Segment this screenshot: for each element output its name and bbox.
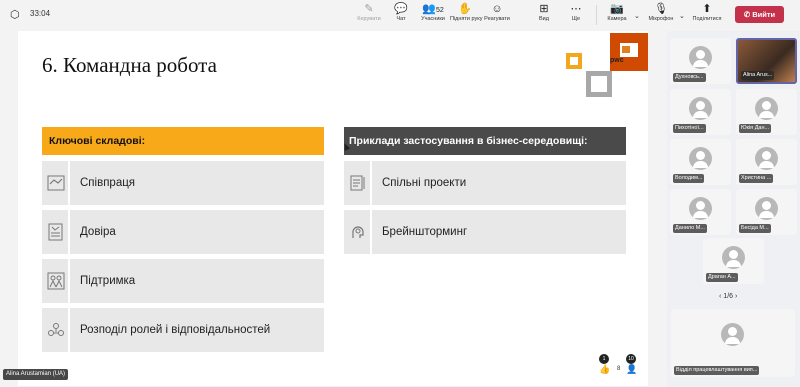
participant-tile[interactable]: Бесіда М... [736,189,797,235]
list-item: Співпраця [42,161,324,205]
list-item: Розподіл ролей і відповідальностей [42,308,324,352]
participant-tile[interactable]: Відділ працевлаштування вип... [671,309,795,377]
toolbar-chat-button[interactable]: 💬 Чат [386,2,416,22]
team-roles-icon [42,308,70,352]
trust-document-icon [42,210,70,254]
meeting-timer: 33:04 [30,9,51,18]
toolbar-react-button[interactable]: ☺ Реагувати [482,2,512,22]
participants-count: 52 [435,7,444,14]
phone-hangup-icon: ✆ [743,10,751,19]
chevron-right-icon[interactable]: › [735,293,737,300]
list-item: Брейншторминг [344,210,626,254]
pwc-logo: pwc [566,33,648,97]
avatar [755,147,778,170]
camera-options-chevron-icon[interactable]: ⌄ [634,12,640,20]
toolbar-view-button[interactable]: ⊞ Вид [529,2,559,22]
brain-icon [344,210,372,254]
support-people-icon [42,259,70,303]
shield-icon: ⬡ [10,9,20,21]
toolbar-divider [596,5,597,25]
avatar [689,147,712,170]
self-view-name: Alina Arustamian (UA) [3,369,69,380]
toolbar-share-button[interactable]: ⬆ Поділитися [692,2,722,22]
project-document-icon [344,161,372,205]
avatar [755,197,778,220]
avatar [722,246,745,269]
grid-icon: ⊞ [539,3,549,15]
mic-options-chevron-icon[interactable]: ⌄ [679,12,685,20]
chevron-left-icon[interactable]: ‹ [719,293,721,300]
participant-tile[interactable]: Христина ... [736,139,797,185]
participant-tile[interactable]: Володим... [670,139,731,185]
list-item: Підтримка [42,259,324,303]
list-item: Спільні проекти [344,161,626,205]
avatar [721,323,744,346]
participant-tile[interactable]: Юкія Дан... [736,89,797,135]
camera-off-icon: 📷 [610,3,624,15]
participants-count-badge: 10 [626,354,636,364]
pen-icon: ✎ [364,3,374,15]
toolbar-more-button[interactable]: ⋯ Ще [561,2,591,22]
handshake-icon [42,161,70,205]
more-icon: ⋯ [570,3,582,15]
toolbar-mic-button[interactable]: 🎙 Мікрофон [646,2,676,22]
participant-video-tile[interactable]: Alina Arus... [736,38,797,84]
avatar [689,46,712,69]
key-components-header: Ключові складові: [42,127,324,155]
chat-icon: 💬 [394,3,408,15]
reaction-count-label: 8 [617,366,621,372]
hand-icon: ✋ [458,3,472,15]
gallery-pager: ‹ 1/6 › [719,293,738,300]
mic-off-icon: 🎙 [654,3,668,15]
smile-icon: ☺ [491,3,503,15]
meeting-toolbar: ⬡ 33:04 ✎ Керувати 💬 Чат 👥52 Учасники ✋ … [0,0,800,31]
toolbar-control-button[interactable]: ✎ Керувати [354,2,384,22]
leave-button[interactable]: ✆ Вийти [735,6,784,23]
avatar [755,97,778,120]
toolbar-participants-button[interactable]: 👥52 Учасники [418,2,448,22]
toolbar-raise-hand-button[interactable]: ✋ Підняти руку [450,2,482,22]
avatar [689,197,712,220]
reaction-count-badge: 1 [599,354,609,364]
participant-tile[interactable]: Драган А... [703,238,764,284]
participant-tile[interactable]: Данило М... [670,189,731,235]
slide-title: 6. Командна робота [42,53,217,77]
shared-slide: 6. Командна робота pwc Ключові складові:… [18,31,648,386]
toolbar-camera-button[interactable]: 📷 Камера [602,2,632,22]
participant-tile[interactable]: Духновсь... [670,38,731,84]
list-item: Довіра [42,210,324,254]
share-icon: ⬆ [702,3,712,15]
avatar [689,97,712,120]
participants-gallery: Духновсь... Alina Arus... Пихотіної... Ю… [667,31,800,387]
person-icon: 👤 [626,364,638,374]
business-examples-header: Приклади застосування в бізнес-середовищ… [344,127,626,155]
people-icon: 👥52 [422,3,444,15]
thumbs-up-icon: 👍 [599,364,611,374]
participant-tile[interactable]: Пихотіної... [670,89,731,135]
